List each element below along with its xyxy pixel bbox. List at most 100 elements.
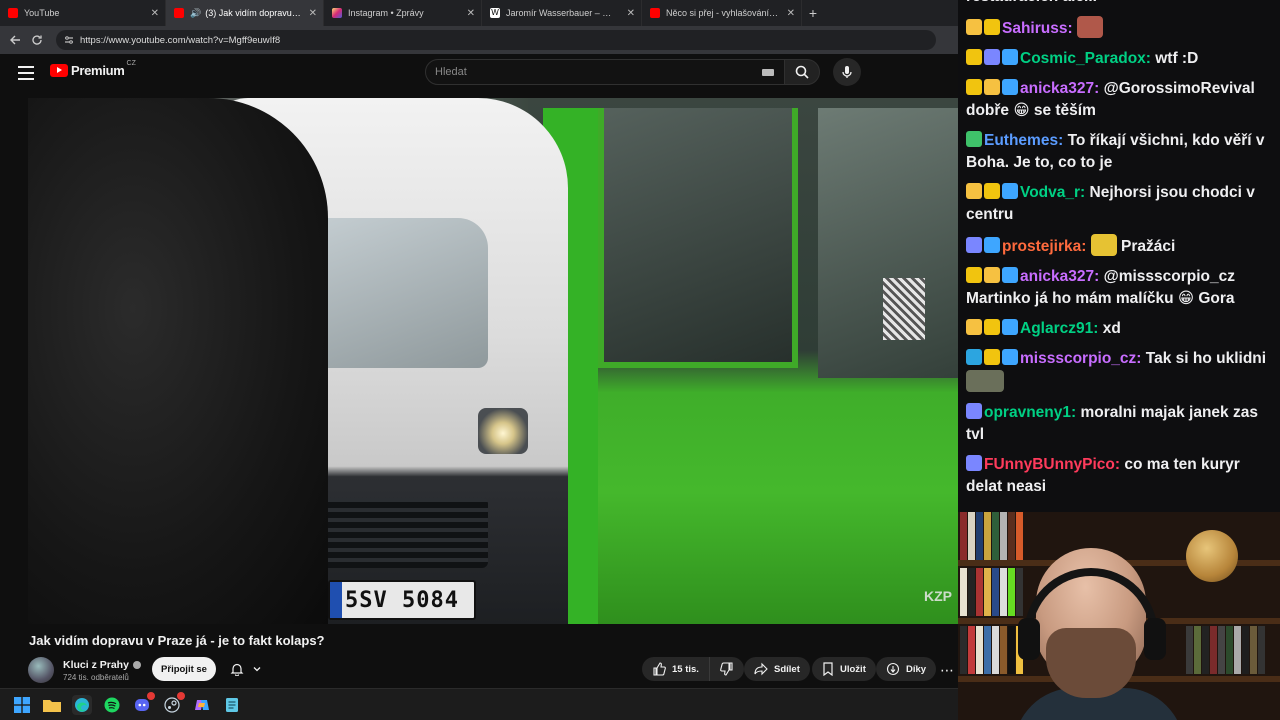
windows-taskbar (0, 688, 958, 720)
tab-youtube-2[interactable]: Něco si přej - vyhlašování výherců ✕ (642, 0, 802, 26)
chat-badge-icon[interactable] (984, 19, 1000, 35)
save-label: Uložit (840, 663, 866, 675)
chat-badge-icon[interactable] (1002, 319, 1018, 335)
chat-badge-icon[interactable] (984, 79, 1000, 95)
file-explorer-icon[interactable] (42, 695, 62, 715)
chat-badge-icon[interactable] (966, 319, 982, 335)
chat-badge-icon[interactable] (966, 79, 982, 95)
chat-username[interactable]: Sahiruss: (1002, 20, 1077, 37)
books-row (960, 626, 1023, 674)
thanks-label: Díky (906, 663, 927, 675)
chat-badge-icon[interactable] (966, 19, 982, 35)
chat-badge-icon[interactable] (966, 131, 982, 147)
reload-button[interactable] (26, 29, 48, 51)
chat-badge-icon[interactable] (1002, 183, 1018, 199)
close-icon[interactable]: ✕ (309, 8, 317, 19)
chat-username[interactable]: prostejirka: (1002, 238, 1091, 255)
chat-message: FUnnyBUnnyPico: co ma ten kuryr delat ne… (966, 454, 1272, 498)
video-player[interactable]: 5SV 5084 KZP (28, 98, 958, 624)
chat-badge-icon[interactable] (984, 49, 1000, 65)
chat-username[interactable]: Cosmic_Paradox: (1020, 50, 1155, 67)
windows-start-icon[interactable] (12, 695, 32, 715)
join-button[interactable]: Připojit se (152, 657, 216, 681)
thanks-action: Díky (876, 657, 937, 681)
youtube-header: Premium CZ Hledat (0, 54, 958, 94)
chat-badge-icon[interactable] (966, 49, 982, 65)
channel-name[interactable]: Kluci z Prahy (63, 659, 129, 671)
thanks-button[interactable]: Díky (876, 657, 937, 681)
chat-badge-icon[interactable] (984, 237, 1000, 253)
plate-text: 5SV 5084 (345, 587, 459, 613)
wikipedia-favicon-icon: W (490, 8, 500, 18)
chat-badge-icon[interactable] (966, 455, 982, 471)
chat-badge-icon[interactable] (966, 237, 982, 253)
notification-badge (147, 691, 155, 700)
chat-username[interactable]: anicka327: (1020, 80, 1104, 97)
share-button[interactable]: Sdílet (744, 657, 810, 681)
chat-username[interactable]: Aglarcz91: (1020, 320, 1103, 337)
chat-badge-icon[interactable] (984, 183, 1000, 199)
chat-badge-icon[interactable] (1002, 79, 1018, 95)
chat-message: Euthemes: To říkají všichni, kdo věří v … (966, 130, 1272, 174)
speaker-icon[interactable]: 🔊 (190, 8, 201, 19)
notepad-icon[interactable] (222, 695, 242, 715)
search-button[interactable] (784, 59, 820, 85)
keyboard-icon[interactable] (762, 69, 774, 76)
chat-badge-icon[interactable] (1002, 49, 1018, 65)
search-placeholder: Hledat (435, 66, 467, 78)
chat-username[interactable]: opravneny1: (984, 404, 1080, 421)
chat-username[interactable]: missscorpio_cz: (1020, 350, 1146, 367)
close-icon[interactable]: ✕ (787, 8, 795, 19)
chat-badge-icon[interactable] (984, 267, 1000, 283)
tab-title: YouTube (24, 8, 60, 18)
close-icon[interactable]: ✕ (467, 8, 475, 19)
streamer (1014, 548, 1184, 720)
site-info-icon[interactable] (64, 35, 74, 45)
address-bar: https://www.youtube.com/watch?v=Mgff9euw… (0, 26, 958, 54)
voice-search-button[interactable] (833, 58, 861, 86)
steam-icon[interactable] (162, 691, 185, 715)
more-actions-icon[interactable]: ⋯ (940, 662, 954, 679)
close-icon[interactable]: ✕ (151, 8, 159, 19)
subscription-bell-button[interactable] (222, 657, 270, 681)
back-button[interactable] (4, 29, 26, 51)
tab-youtube[interactable]: YouTube ✕ (0, 0, 166, 26)
chat-username[interactable]: FUnnyBUnnyPico: (984, 456, 1124, 473)
new-tab-button[interactable]: + (802, 5, 824, 21)
chat-badge-icon[interactable] (984, 319, 1000, 335)
url-field[interactable]: https://www.youtube.com/watch?v=Mgff9euw… (56, 30, 936, 50)
dislike-button[interactable] (709, 657, 744, 681)
close-icon[interactable]: ✕ (627, 8, 635, 19)
chat-badge-icon[interactable] (966, 349, 982, 365)
books-row (960, 512, 1023, 560)
tab-active-video[interactable]: 🔊 (3) Jak vidím dopravu v Praze ✕ (166, 0, 324, 26)
verified-icon (132, 660, 141, 669)
books-row (1186, 626, 1265, 674)
tab-wikipedia[interactable]: W Jaromír Wasserbauer – Wikipedie ✕ (482, 0, 642, 26)
chat-username[interactable]: anicka327: (1020, 268, 1104, 285)
chat-badge-icon[interactable] (984, 349, 1000, 365)
channel-avatar[interactable] (28, 657, 54, 683)
discord-icon[interactable] (132, 691, 155, 715)
save-button[interactable]: Uložit (812, 657, 876, 681)
chat-badge-icon[interactable] (1002, 267, 1018, 283)
like-button[interactable]: 15 tis. (642, 657, 710, 681)
menu-icon[interactable] (18, 66, 34, 80)
copilot-icon[interactable] (192, 695, 212, 715)
chat-badge-icon[interactable] (966, 403, 982, 419)
books-row (960, 568, 1023, 616)
chat-message: anicka327: @missscorpio_cz Martinko já h… (966, 266, 1272, 310)
chat-username[interactable]: Euthemes: (984, 132, 1068, 149)
video-headlight (478, 408, 528, 454)
chat-badge-icon[interactable] (1002, 349, 1018, 365)
edge-browser-icon[interactable] (72, 694, 92, 715)
tab-instagram[interactable]: Instagram • Zprávy ✕ (324, 0, 482, 26)
spotify-icon[interactable] (102, 695, 122, 715)
chat-username[interactable]: Vodva_r: (1020, 184, 1090, 201)
channel-watermark[interactable]: KZP (924, 588, 952, 604)
chat-badge-icon[interactable] (966, 183, 982, 199)
bell-icon (230, 663, 244, 676)
chat-badge-icon[interactable] (966, 267, 982, 283)
youtube-premium-logo[interactable]: Premium CZ (50, 60, 136, 78)
search-input[interactable]: Hledat (425, 59, 785, 85)
